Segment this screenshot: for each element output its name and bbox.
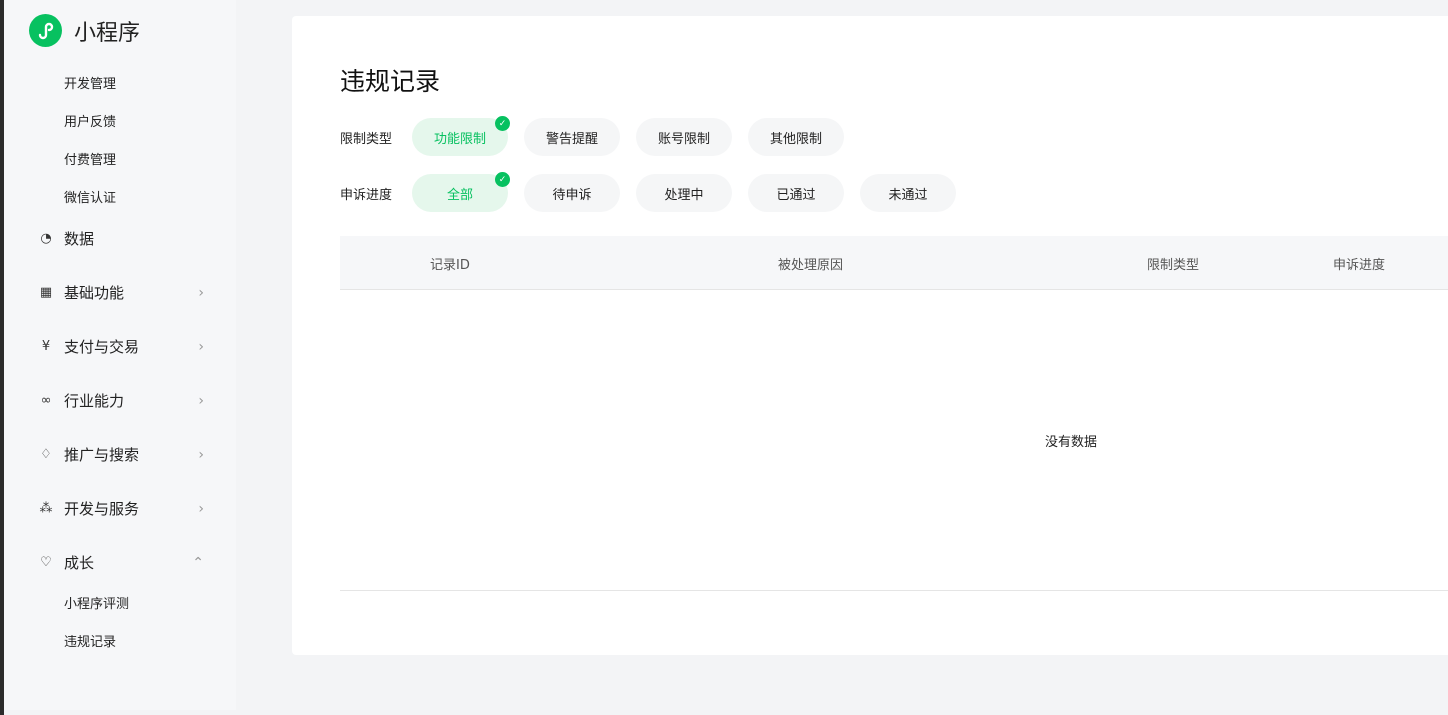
filter-label: 申诉进度: [340, 187, 393, 203]
page-title: 违规记录: [340, 67, 441, 96]
sidebar-group-growth[interactable]: ♡ 成长 ⌃: [38, 552, 208, 573]
miniprogram-logo-icon: [29, 14, 62, 47]
grid-icon: ▦: [39, 285, 53, 300]
group-label: 支付与交易: [64, 338, 140, 356]
sidebar-group-dev-service[interactable]: ⁂ 开发与服务 ›: [38, 498, 208, 519]
chip-label: 警告提醒: [545, 131, 598, 147]
chevron-right-icon: ›: [198, 392, 204, 409]
chevron-up-icon: ⌃: [192, 554, 204, 571]
yen-icon: ¥: [41, 339, 51, 354]
sidebar-group-promotion[interactable]: ♢ 推广与搜索 ›: [38, 444, 208, 465]
chip-processing[interactable]: 处理中: [636, 174, 732, 212]
nodes-icon: ∞: [40, 393, 52, 408]
sidebar-item-wechat-verify[interactable]: 微信认证: [64, 187, 116, 206]
chip-function-limit[interactable]: 功能限制 ✓: [412, 116, 510, 156]
group-label: 成长: [64, 554, 95, 572]
sidebar-item-payment-manage[interactable]: 付费管理: [64, 149, 116, 168]
flame-icon: ♢: [40, 447, 52, 462]
sidebar-item-violations[interactable]: 违规记录: [64, 631, 116, 650]
check-icon: ✓: [495, 116, 510, 131]
main-card: 违规记录 限制类型 功能限制 ✓ 警告提醒 账号限制 其他限制 申诉进度 全部 ✓ …: [292, 16, 1448, 655]
sidebar-item-feedback[interactable]: 用户反馈: [64, 111, 116, 130]
chip-label: 其他限制: [769, 131, 822, 147]
chip-rejected[interactable]: 未通过: [860, 174, 956, 212]
sidebar-group-basic[interactable]: ▦ 基础功能 ›: [38, 282, 208, 303]
heart-hands-icon: ♡: [40, 555, 52, 570]
group-label: 数据: [64, 230, 95, 248]
app-title: 小程序: [74, 20, 141, 46]
chip-label: 处理中: [664, 187, 704, 203]
column-reason: 被处理原因: [778, 258, 844, 273]
chip-account-limit[interactable]: 账号限制: [636, 118, 732, 156]
filter-label: 限制类型: [340, 131, 393, 147]
filter-appeal-progress: 申诉进度 全部 ✓ 待申诉 处理中 已通过 未通过: [340, 172, 972, 212]
sidebar-group-payment[interactable]: ¥ 支付与交易 ›: [38, 336, 208, 357]
chip-label: 未通过: [888, 187, 928, 203]
sidebar-item-dev-manage[interactable]: 开发管理: [64, 73, 116, 92]
sidebar: 小程序 开发管理 用户反馈 付费管理 微信认证 ◔ 数据 ▦ 基础功能 › ¥ 支付与交…: [4, 0, 236, 710]
chip-warning[interactable]: 警告提醒: [524, 118, 620, 156]
pie-chart-icon: ◔: [40, 231, 52, 246]
app-logo[interactable]: 小程序: [29, 14, 140, 47]
group-label: 行业能力: [64, 392, 125, 410]
chip-label: 待申诉: [552, 187, 592, 203]
chip-pending[interactable]: 待申诉: [524, 174, 620, 212]
chip-passed[interactable]: 已通过: [748, 174, 844, 212]
table-bottom-divider: [340, 590, 1448, 591]
column-restriction-type: 限制类型: [1147, 258, 1200, 273]
chip-all[interactable]: 全部 ✓: [412, 172, 510, 212]
filter-restriction-type: 限制类型 功能限制 ✓ 警告提醒 账号限制 其他限制: [340, 116, 860, 156]
chip-other-limit[interactable]: 其他限制: [748, 118, 844, 156]
chevron-right-icon: ›: [198, 338, 204, 355]
sidebar-item-evaluation[interactable]: 小程序评测: [64, 593, 129, 612]
chip-label: 已通过: [776, 187, 816, 203]
chevron-right-icon: ›: [198, 284, 204, 301]
chip-label: 全部: [446, 187, 473, 203]
sidebar-group-data[interactable]: ◔ 数据: [38, 228, 208, 249]
column-appeal-progress: 申诉进度: [1333, 258, 1386, 273]
circles-icon: ⁂: [39, 501, 53, 516]
column-record-id: 记录ID: [430, 258, 470, 273]
chip-label: 功能限制: [433, 131, 486, 147]
chevron-right-icon: ›: [198, 446, 204, 463]
sidebar-group-industry[interactable]: ∞ 行业能力 ›: [38, 390, 208, 411]
empty-state: 没有数据: [1045, 435, 1098, 450]
group-label: 基础功能: [64, 284, 125, 302]
table-header: 记录ID 被处理原因 限制类型 申诉进度: [340, 236, 1448, 290]
group-label: 开发与服务: [64, 500, 140, 518]
check-icon: ✓: [495, 172, 510, 187]
chip-label: 账号限制: [657, 131, 710, 147]
group-label: 推广与搜索: [64, 446, 140, 464]
chevron-right-icon: ›: [198, 500, 204, 517]
